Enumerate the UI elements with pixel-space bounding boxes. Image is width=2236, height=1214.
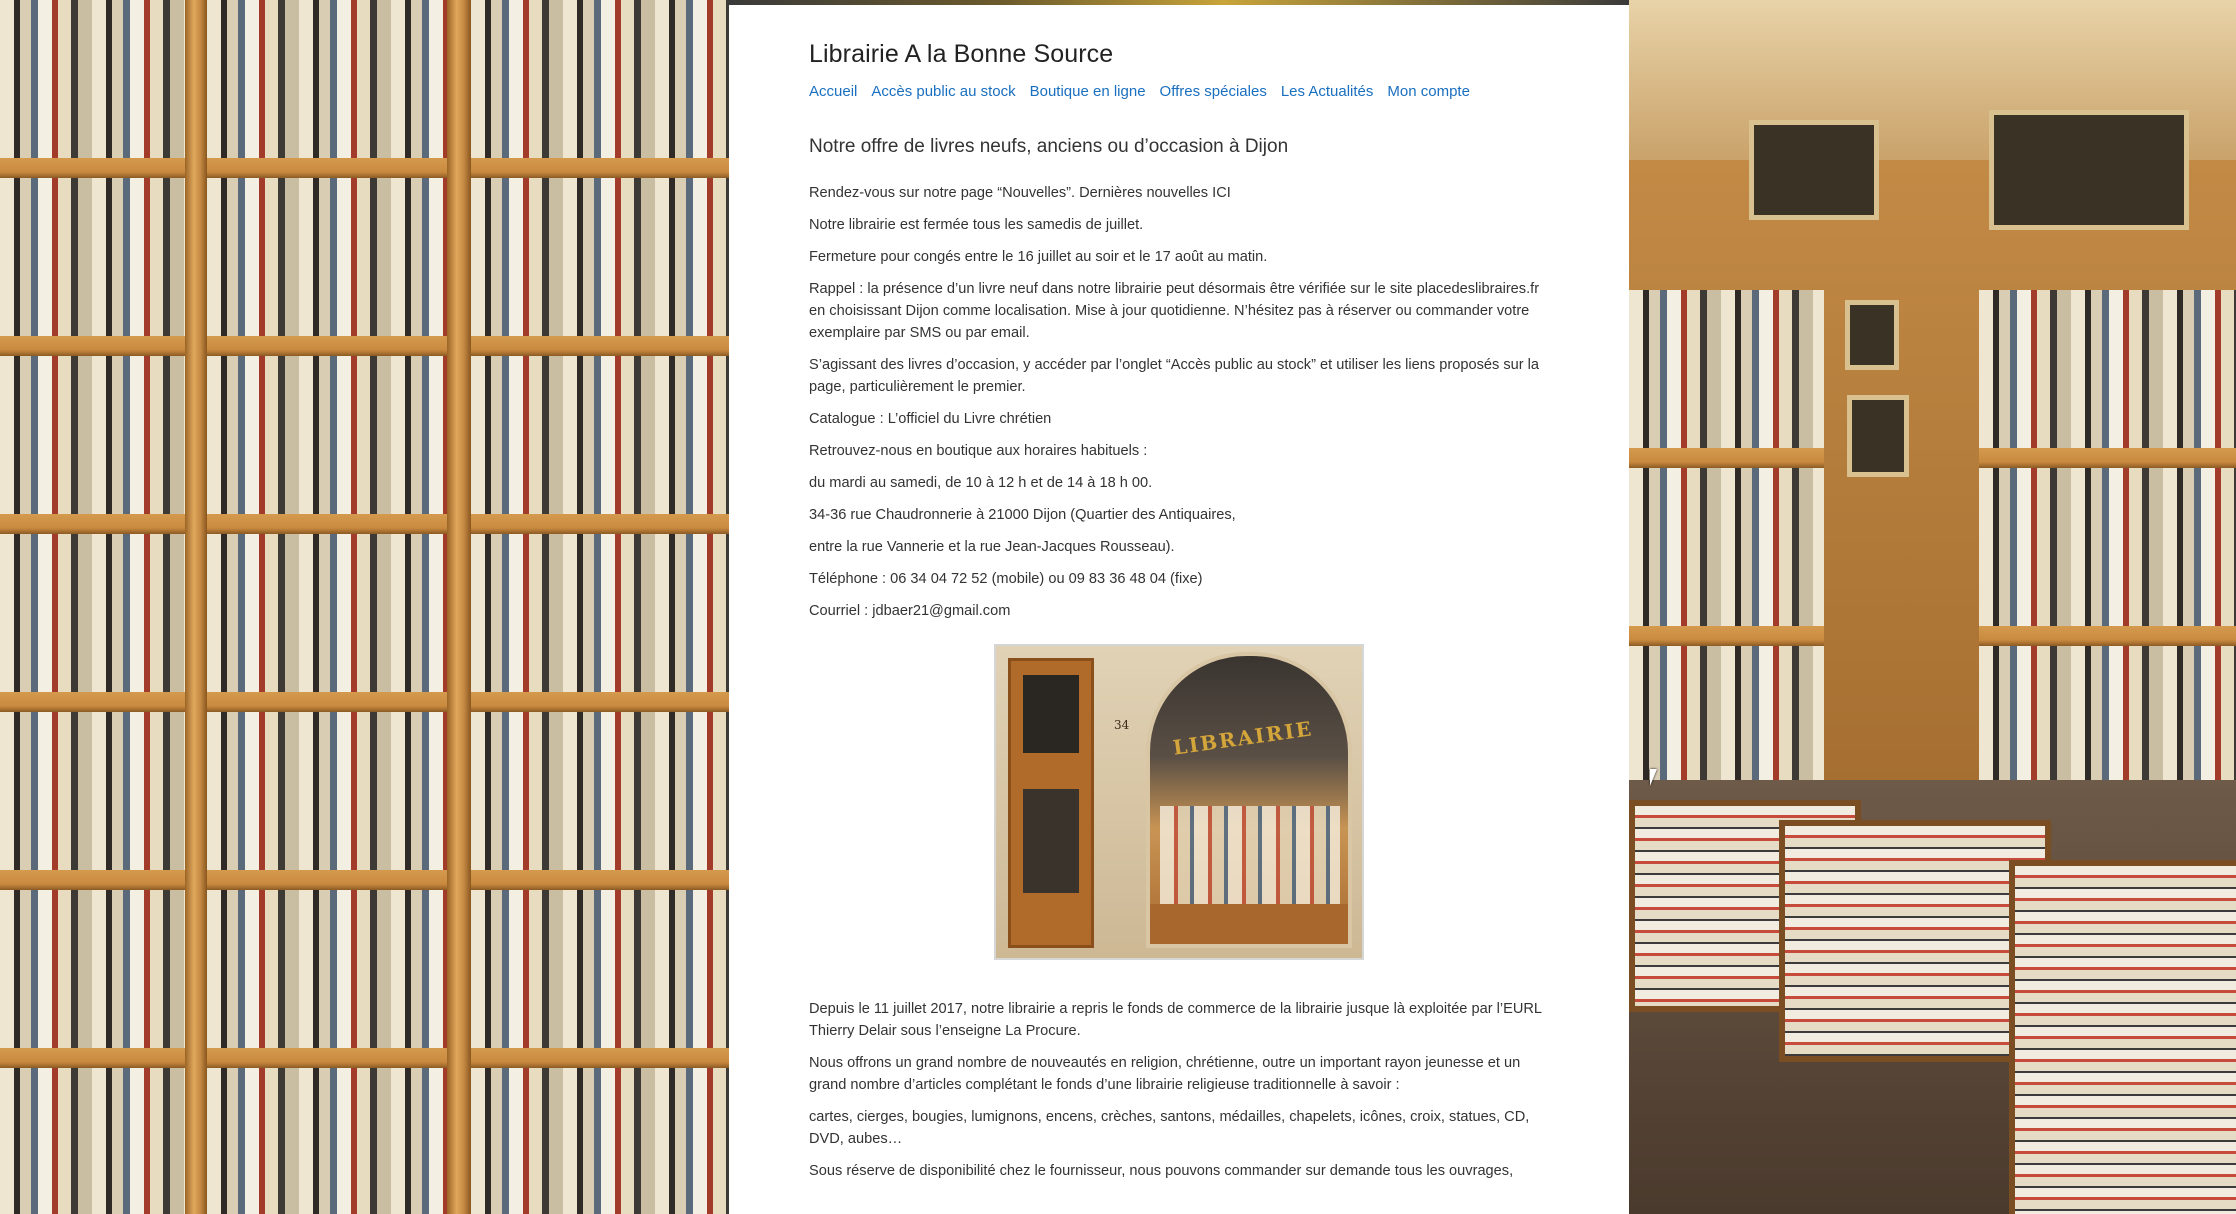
- paragraph-history: Depuis le 11 juillet 2017, notre librair…: [809, 1001, 1542, 1039]
- shop-window: LIBRAIRIE: [1146, 652, 1352, 948]
- book-display-table: [2009, 860, 2236, 1214]
- paragraph-hours-intro: Retrouvez-nous en boutique aux horaires …: [809, 443, 1148, 459]
- main-nav: Accueil Accès public au stock Boutique e…: [809, 83, 1549, 100]
- background-bookshelves-left: [0, 0, 729, 1214]
- bookshelf-column: [0, 0, 185, 1214]
- nav-item-boutique-en-ligne[interactable]: Boutique en ligne: [1030, 83, 1146, 100]
- wall-portrait: [1847, 395, 1909, 477]
- content: Librairie A la Bonne Source Accueil Accè…: [809, 40, 1549, 1192]
- window-sill: [1150, 904, 1348, 944]
- nav-item-offres-speciales[interactable]: Offres spéciales: [1160, 83, 1267, 100]
- wall-painting: [1989, 110, 2189, 230]
- bookshelf-column: [1629, 290, 1824, 780]
- background-bookshop-interior: [1629, 0, 2236, 1214]
- shop-sign: LIBRAIRIE: [1171, 716, 1315, 760]
- nav-item-accueil[interactable]: Accueil: [809, 83, 857, 100]
- wall-painting: [1749, 120, 1879, 220]
- paragraph-news[interactable]: Rendez-vous sur notre page “Nouvelles”. …: [809, 182, 1549, 204]
- shelf-post: [447, 0, 471, 1214]
- paragraph-phone: Téléphone : 06 34 04 72 52 (mobile) ou 0…: [809, 571, 1203, 587]
- paragraph-offer: Nous offrons un grand nombre de nouveaut…: [809, 1055, 1521, 1093]
- wall-portrait: [1845, 300, 1899, 370]
- paragraph-orders: Sous réserve de disponibilité chez le fo…: [809, 1163, 1514, 1179]
- paragraph-reminder: Rappel : la présence d’un livre neuf dan…: [809, 281, 1540, 341]
- nav-item-les-actualites[interactable]: Les Actualités: [1281, 83, 1374, 100]
- paragraph-holidays: Fermeture pour congés entre le 16 juille…: [809, 249, 1268, 265]
- window-books: [1160, 806, 1340, 906]
- paragraph-catalogue[interactable]: Catalogue : L’officiel du Livre chrétien: [809, 408, 1549, 430]
- paragraph-address-detail: entre la rue Vannerie et la rue Jean-Jac…: [809, 539, 1175, 555]
- paragraph-articles: cartes, cierges, bougies, lumignons, enc…: [809, 1109, 1530, 1147]
- bookshelf-column: [471, 0, 729, 1214]
- nav-item-acces-public-au-stock[interactable]: Accès public au stock: [871, 83, 1015, 100]
- shopfront-photo: 34 LIBRAIRIE: [994, 644, 1364, 960]
- paragraph-hours: du mardi au samedi, de 10 à 12 h et de 1…: [809, 475, 1153, 491]
- paragraph-email: Courriel : jdbaer21@gmail.com: [809, 603, 1011, 619]
- mouse-cursor: [1650, 769, 1657, 786]
- shop-door: [1008, 658, 1094, 948]
- shelf-post: [185, 0, 207, 1214]
- nav-item-mon-compte[interactable]: Mon compte: [1387, 83, 1470, 100]
- site-title[interactable]: Librairie A la Bonne Source: [809, 40, 1549, 69]
- page-heading: Notre offre de livres neufs, anciens ou …: [809, 136, 1289, 157]
- house-number: 34: [1114, 718, 1130, 732]
- bookshelf-column: [207, 0, 447, 1214]
- paragraph-closed-saturdays: Notre librairie est fermée tous les same…: [809, 217, 1144, 233]
- paragraph-address: 34-36 rue Chaudronnerie à 21000 Dijon (Q…: [809, 507, 1236, 523]
- bookshelf-column: [1979, 290, 2236, 780]
- paragraph-used-books: S’agissant des livres d’occasion, y accé…: [809, 357, 1540, 395]
- content-column: Librairie A la Bonne Source Accueil Accè…: [729, 0, 1629, 1214]
